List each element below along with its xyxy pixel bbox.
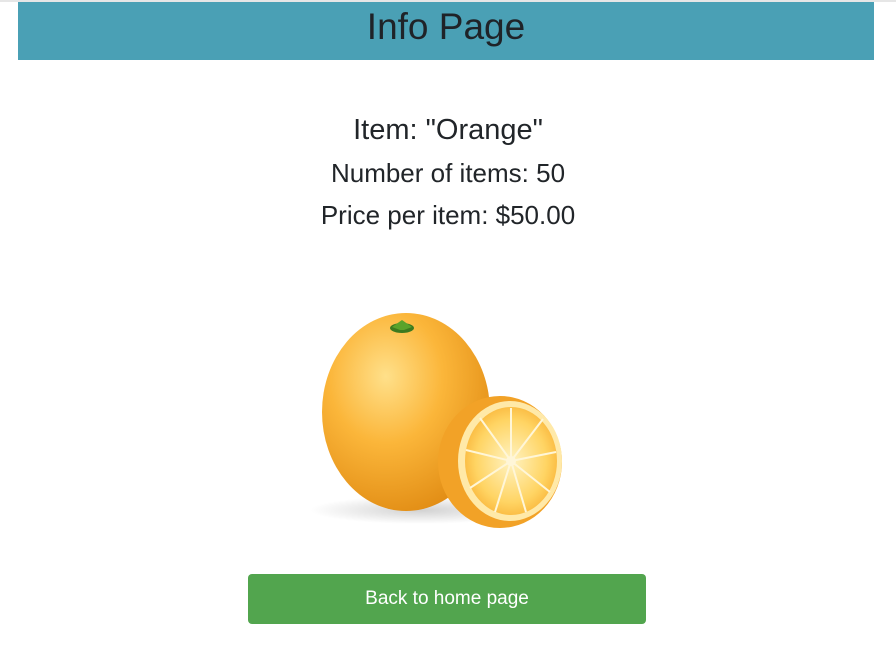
orange-core (506, 456, 516, 466)
orange-image (310, 313, 562, 528)
item-count: Number of items: 50 (330, 158, 566, 188)
back-to-home-button[interactable]: Back to home page (248, 574, 646, 624)
item-price: Price per item: $50.00 (320, 200, 576, 230)
page-title: Info Page (366, 5, 526, 47)
item-info: Item: "Orange" Number of items: 50 Price… (0, 108, 896, 236)
page-header: Info Page (18, 2, 874, 60)
item-name: Item: "Orange" (353, 114, 543, 146)
